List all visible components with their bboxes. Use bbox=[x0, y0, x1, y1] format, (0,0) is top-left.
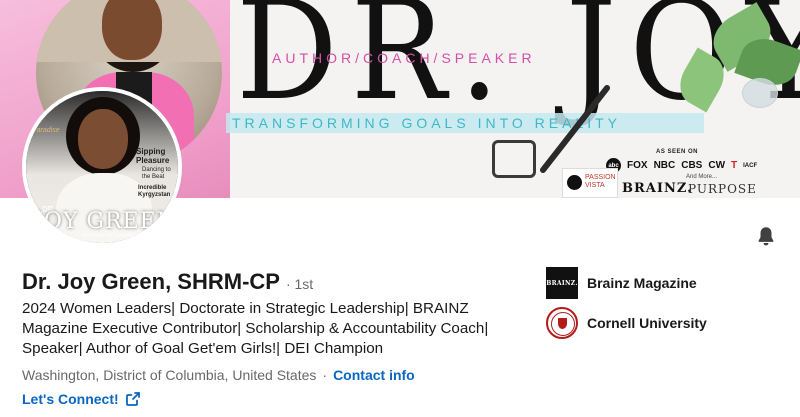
profile-avatar[interactable]: Paradise Sipping Pleasure Dancing to the… bbox=[22, 87, 182, 247]
and-more-label: And More... bbox=[686, 174, 718, 180]
avatar-cover-name: JOY GREEN bbox=[34, 209, 177, 234]
avatar-cover-sub: The Power of Confidence bbox=[82, 233, 139, 239]
avatar-magazine-title: Paradise bbox=[32, 127, 60, 134]
media-logo-nbc: NBC bbox=[653, 160, 676, 171]
media-logo-cw: CW bbox=[708, 160, 726, 171]
cornell-seal-logo bbox=[546, 307, 578, 339]
vase-decoration bbox=[742, 78, 778, 108]
org-cornell-university[interactable]: Cornell University bbox=[546, 307, 707, 339]
passion-vista-logo: PASSION VISTA bbox=[562, 168, 618, 198]
location-row: Washington, District of Columbia, United… bbox=[22, 367, 415, 383]
separator: · bbox=[322, 367, 328, 383]
avatar-cover-line: Dancing to the Beat bbox=[142, 167, 171, 180]
profile-name: Dr. Joy Green, SHRM-CP bbox=[22, 269, 280, 294]
media-logos: abc FOX NBC CBS CW T IACF bbox=[606, 158, 757, 173]
brainz-magazine-logo: BRAINZ. bbox=[546, 267, 578, 299]
avatar-cover-line: Sipping Pleasure bbox=[136, 147, 170, 165]
profile-location: Washington, District of Columbia, United… bbox=[22, 367, 317, 383]
org-name: Cornell University bbox=[587, 315, 707, 331]
media-logo-iacf: IACF bbox=[743, 162, 758, 169]
brainz-banner-logo: BRAINZ. bbox=[622, 181, 693, 196]
connection-degree: · 1st bbox=[285, 276, 314, 292]
notification-bell-button[interactable] bbox=[750, 220, 782, 252]
media-logo-cbs: CBS bbox=[681, 160, 703, 171]
lets-connect-label: Let's Connect! bbox=[22, 391, 119, 407]
avatar-cover-line: Incredible Kyrgyzstan bbox=[138, 185, 171, 198]
org-name: Brainz Magazine bbox=[587, 275, 697, 291]
external-link-icon bbox=[125, 392, 140, 406]
contact-info-link[interactable]: Contact info bbox=[333, 367, 415, 383]
media-logo-fox: FOX bbox=[627, 160, 648, 171]
banner-tagline-top: AUTHOR/COACH/SPEAKER bbox=[272, 50, 536, 66]
bell-icon bbox=[758, 227, 774, 246]
profile-headline: 2024 Women Leaders| Doctorate in Strateg… bbox=[22, 300, 489, 357]
lets-connect-link[interactable]: Let's Connect! bbox=[22, 391, 141, 407]
as-seen-on-label: AS SEEN ON bbox=[656, 149, 699, 155]
profile-name-row: Dr. Joy Green, SHRM-CP · 1st bbox=[22, 269, 313, 295]
binder-clip-decoration bbox=[492, 140, 536, 178]
purpose-banner-logo: PURPOSE bbox=[688, 182, 757, 196]
org-brainz-magazine[interactable]: BRAINZ. Brainz Magazine bbox=[546, 267, 697, 299]
media-logo-telemundo: T bbox=[731, 160, 738, 171]
banner-tagline-bottom: TRANSFORMING GOALS INTO REALITY bbox=[226, 113, 704, 133]
